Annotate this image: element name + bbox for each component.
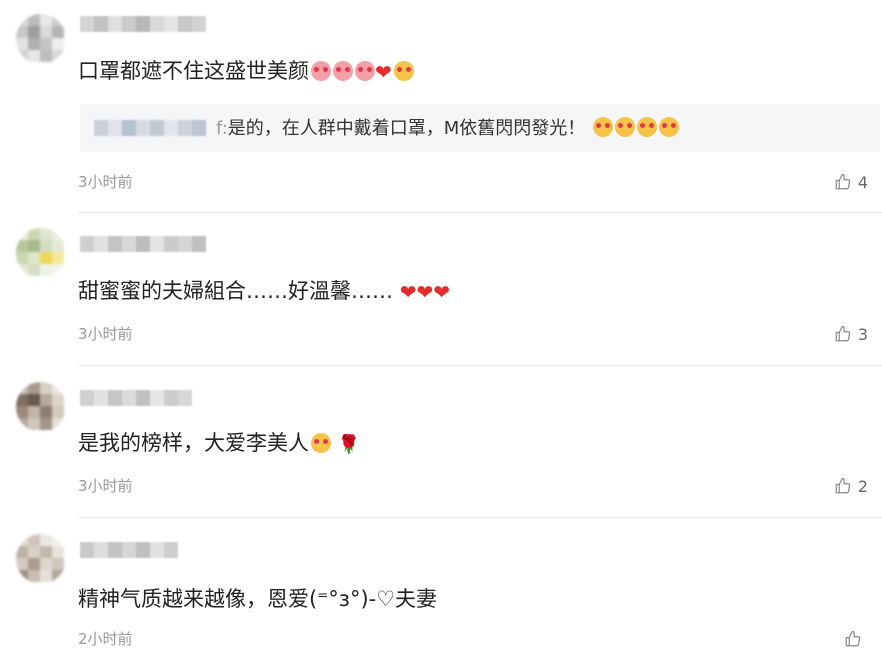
avatar[interactable]: [16, 228, 66, 278]
comment-text: 口罩都遮不住这盛世美颜 ❤: [78, 56, 414, 87]
avatar[interactable]: [16, 382, 66, 432]
timestamp: 3小时前: [78, 325, 133, 343]
username-blurred[interactable]: [80, 16, 206, 34]
username-blurred[interactable]: [80, 236, 206, 254]
heart-eyes-emoji-icon: [355, 61, 375, 81]
tongue-emoji-icon: [593, 117, 614, 137]
like-button[interactable]: 3: [834, 323, 868, 345]
timestamp: 2小时前: [78, 630, 133, 648]
reply-box: f:是的，在人群中戴着口罩，M依舊閃閃發光！: [80, 104, 880, 152]
avatar[interactable]: [16, 534, 66, 584]
comment-text: 精神气质越来越像，恩爱(⁼°з°)-♡夫妻: [78, 584, 437, 614]
tongue-emoji-icon: [615, 117, 636, 137]
heart-eyes-emoji-icon: [311, 61, 331, 81]
like-count: 3: [857, 324, 868, 344]
comment-text-content: 甜蜜蜜的夫婦組合……好溫馨……: [78, 279, 393, 303]
reply-text: f:是的，在人群中戴着口罩，M依舊閃閃發光！: [216, 116, 680, 142]
like-button[interactable]: [844, 628, 868, 650]
heart-emoji-icon: ❤❤❤: [399, 280, 450, 304]
thumbs-up-icon: [835, 325, 851, 342]
comment-text-content: 精神气质越来越像，恩爱(⁼°з°)-♡夫妻: [78, 587, 438, 611]
rose-emoji-icon: 🌹: [337, 434, 361, 455]
username-blurred[interactable]: [80, 542, 178, 560]
heart-eyes-emoji-icon: [333, 61, 353, 81]
like-count: 4: [857, 172, 868, 192]
comment-text: 甜蜜蜜的夫婦組合……好溫馨…… ❤❤❤: [78, 276, 450, 307]
divider: [78, 517, 882, 518]
username-blurred[interactable]: [80, 390, 192, 408]
reply-username-blurred[interactable]: [94, 120, 206, 138]
thumbs-up-icon: [845, 630, 861, 647]
thumbs-up-icon: [835, 173, 851, 190]
heart-emoji-icon: ❤: [375, 60, 392, 84]
reply-user-suffix: f:: [216, 118, 228, 139]
timestamp: 3小时前: [78, 477, 133, 495]
divider: [78, 212, 882, 213]
star-eyes-emoji-icon: [659, 117, 680, 137]
blush-emoji-icon: [393, 61, 414, 81]
like-button[interactable]: 4: [834, 171, 868, 193]
reply-text-content: 是的，在人群中戴着口罩，M依舊閃閃發光！: [227, 118, 586, 139]
comment-text: 是我的榜样，大爱李美人 🌹: [78, 428, 360, 460]
star-eyes-emoji-icon: [637, 117, 658, 137]
like-button[interactable]: 2: [834, 475, 868, 497]
avatar[interactable]: [16, 14, 66, 64]
blush-emoji-icon: [311, 433, 331, 453]
thumbs-up-icon: [835, 477, 851, 494]
divider: [78, 365, 882, 366]
like-count: 2: [857, 476, 868, 496]
comment-text-content: 口罩都遮不住这盛世美颜: [78, 59, 309, 83]
timestamp: 3小时前: [78, 173, 133, 191]
comment-text-content: 是我的榜样，大爱李美人: [78, 431, 309, 455]
